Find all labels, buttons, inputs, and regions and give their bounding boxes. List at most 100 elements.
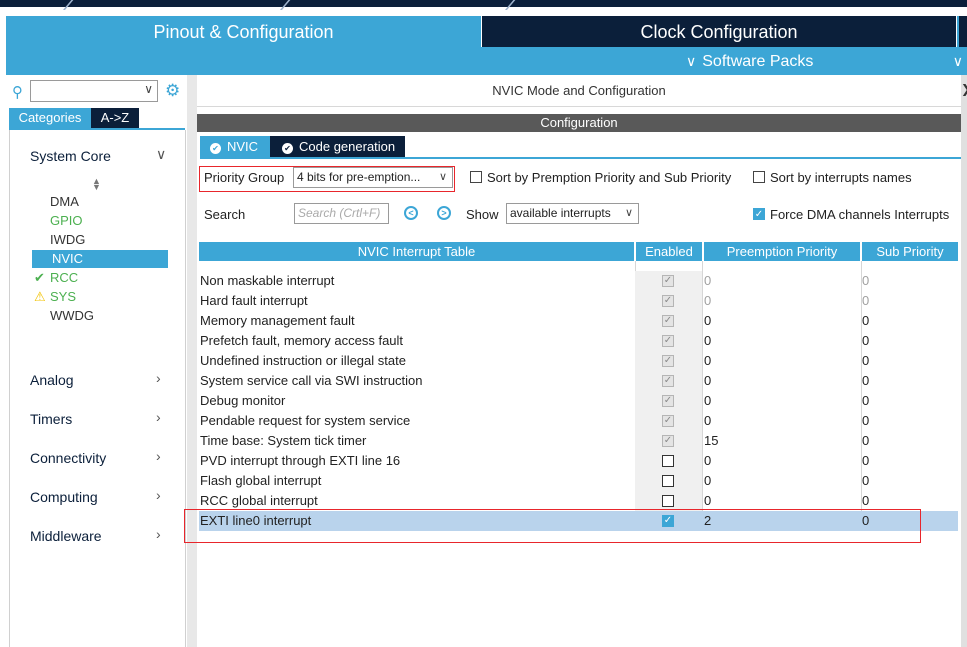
category-middleware[interactable]: Middleware <box>30 528 102 544</box>
gear-icon[interactable]: ⚙ <box>165 81 180 101</box>
banner-stripe <box>279 0 293 10</box>
chevron-down-icon[interactable]: ∨ <box>953 47 963 75</box>
sort-names-label: Sort by interrupts names <box>770 170 912 185</box>
preemption-priority-cell[interactable]: 0 <box>704 451 856 471</box>
preemption-priority-cell[interactable]: 0 <box>704 371 856 391</box>
sub-priority-cell[interactable]: 0 <box>862 451 957 471</box>
tab-a-to-z[interactable]: A->Z <box>91 108 139 128</box>
table-row[interactable]: Memory management fault ✓ 0 0 <box>199 311 958 331</box>
peripheral-search-combo[interactable]: ∨ <box>30 80 158 102</box>
table-row[interactable]: System service call via SWI instruction ✓… <box>199 371 958 391</box>
preemption-priority-cell[interactable]: 0 <box>704 271 856 291</box>
category-analog[interactable]: Analog <box>30 372 74 388</box>
chevron-right-icon[interactable]: › <box>156 487 161 503</box>
enabled-checkbox[interactable] <box>662 455 674 467</box>
sidebar-item-gpio[interactable]: GPIO <box>50 212 83 230</box>
chevron-right-icon[interactable]: › <box>156 409 161 425</box>
sub-priority-cell[interactable]: 0 <box>862 271 957 291</box>
preemption-priority-cell[interactable]: 0 <box>704 331 856 351</box>
table-row[interactable]: Time base: System tick timer ✓ 15 0 <box>199 431 958 451</box>
tab-categories[interactable]: Categories <box>9 108 91 128</box>
table-row[interactable]: RCC global interrupt 0 0 <box>199 491 958 511</box>
table-row[interactable]: Non maskable interrupt ✓ 0 0 <box>199 271 958 291</box>
warning-icon: ⚠ <box>34 289 46 304</box>
table-row[interactable]: Flash global interrupt 0 0 <box>199 471 958 491</box>
sidebar-item-iwdg[interactable]: IWDG <box>50 231 85 249</box>
preemption-priority-cell[interactable]: 0 <box>704 311 856 331</box>
enabled-checkbox: ✓ <box>662 295 674 307</box>
sidebar-item-nvic[interactable]: NVIC <box>32 250 168 268</box>
column-header-enabled[interactable]: Enabled <box>636 242 702 261</box>
chevron-right-icon[interactable]: › <box>156 448 161 464</box>
right-collapse-strip[interactable] <box>961 75 967 647</box>
preemption-priority-cell[interactable]: 0 <box>704 411 856 431</box>
table-row[interactable]: Undefined instruction or illegal state ✓ 0… <box>199 351 958 371</box>
chevron-down-icon[interactable]: ∨ <box>156 146 166 163</box>
column-header-interrupt[interactable]: NVIC Interrupt Table <box>199 242 634 261</box>
check-circle-icon: ✔ <box>282 143 293 154</box>
category-system-core[interactable]: System Core <box>30 148 111 164</box>
table-row[interactable]: Prefetch fault, memory access fault ✓ 0 0 <box>199 331 958 351</box>
sidebar-item-wwdg[interactable]: WWDG <box>50 307 94 325</box>
table-row[interactable]: Debug monitor ✓ 0 0 <box>199 391 958 411</box>
enabled-checkbox: ✓ <box>662 275 674 287</box>
chevron-down-icon: ∨ <box>624 207 633 219</box>
sub-priority-cell[interactable]: 0 <box>862 491 957 511</box>
table-row[interactable]: Pendable request for system service ✓ 0 0 <box>199 411 958 431</box>
preemption-priority-cell[interactable]: 15 <box>704 431 856 451</box>
sub-priority-cell[interactable]: 0 <box>862 391 957 411</box>
sub-priority-cell[interactable]: 0 <box>862 351 957 371</box>
sub-priority-cell[interactable]: 0 <box>862 371 957 391</box>
tab-nvic[interactable]: ✔ NVIC <box>200 136 270 157</box>
subtab-underline <box>200 157 961 159</box>
category-connectivity[interactable]: Connectivity <box>30 450 106 466</box>
search-previous-icon[interactable]: < <box>404 206 418 220</box>
interrupt-name: RCC global interrupt <box>200 493 318 508</box>
software-packs-label: Software Packs <box>702 53 814 70</box>
enabled-checkbox: ✓ <box>662 435 674 447</box>
interrupt-name: Debug monitor <box>200 393 286 408</box>
column-header-sub-priority[interactable]: Sub Priority <box>862 242 958 261</box>
sort-names-checkbox[interactable] <box>753 171 765 183</box>
force-dma-checkbox[interactable]: ✓ <box>753 208 765 220</box>
tab-pinout-configuration[interactable]: Pinout & Configuration <box>6 16 481 47</box>
category-computing[interactable]: Computing <box>30 489 98 505</box>
chevron-right-icon[interactable]: › <box>156 526 161 542</box>
sidebar-item-sys[interactable]: SYS <box>50 288 76 306</box>
interrupt-name: Flash global interrupt <box>200 473 322 488</box>
sub-priority-cell[interactable]: 0 <box>862 291 957 311</box>
preemption-priority-cell[interactable]: 0 <box>704 491 856 511</box>
software-packs-menu[interactable]: ∨ Software Packs <box>686 47 813 75</box>
preemption-priority-cell[interactable]: 0 <box>704 391 856 411</box>
chevron-right-icon[interactable]: › <box>156 370 161 386</box>
sub-priority-cell[interactable]: 0 <box>862 311 957 331</box>
table-row[interactable]: Hard fault interrupt ✓ 0 0 <box>199 291 958 311</box>
sub-priority-cell[interactable]: 0 <box>862 431 957 451</box>
banner-stripe <box>504 0 518 10</box>
sidebar-item-rcc[interactable]: RCC <box>50 269 78 287</box>
search-input[interactable]: Search (Crtl+F) <box>294 203 389 224</box>
column-header-preemption[interactable]: Preemption Priority <box>704 242 860 261</box>
search-next-icon[interactable]: > <box>437 206 451 220</box>
preemption-priority-cell[interactable]: 0 <box>704 351 856 371</box>
enabled-checkbox: ✓ <box>662 415 674 427</box>
enabled-checkbox[interactable] <box>662 495 674 507</box>
preemption-priority-cell[interactable]: 0 <box>704 291 856 311</box>
interrupt-name: Memory management fault <box>200 313 355 328</box>
collapse-arrow-icon[interactable]: ❯ <box>961 82 967 96</box>
table-row[interactable]: PVD interrupt through EXTI line 16 0 0 <box>199 451 958 471</box>
tab-clock-configuration[interactable]: Clock Configuration <box>482 16 956 47</box>
tab-code-generation[interactable]: ✔ Code generation <box>270 136 405 157</box>
panel-splitter[interactable] <box>187 75 197 647</box>
sub-priority-cell[interactable]: 0 <box>862 411 957 431</box>
category-timers[interactable]: Timers <box>30 411 72 427</box>
enabled-checkbox[interactable] <box>662 475 674 487</box>
preemption-priority-cell[interactable]: 0 <box>704 471 856 491</box>
sub-priority-cell[interactable]: 0 <box>862 331 957 351</box>
sidebar-item-dma[interactable]: DMA <box>50 193 79 211</box>
show-filter-select[interactable]: available interrupts ∨ <box>506 203 639 224</box>
sort-icon[interactable]: ▲ ▼ <box>92 177 101 192</box>
sub-priority-cell[interactable]: 0 <box>862 471 957 491</box>
interrupt-name: Pendable request for system service <box>200 413 411 428</box>
sort-premption-checkbox[interactable] <box>470 171 482 183</box>
